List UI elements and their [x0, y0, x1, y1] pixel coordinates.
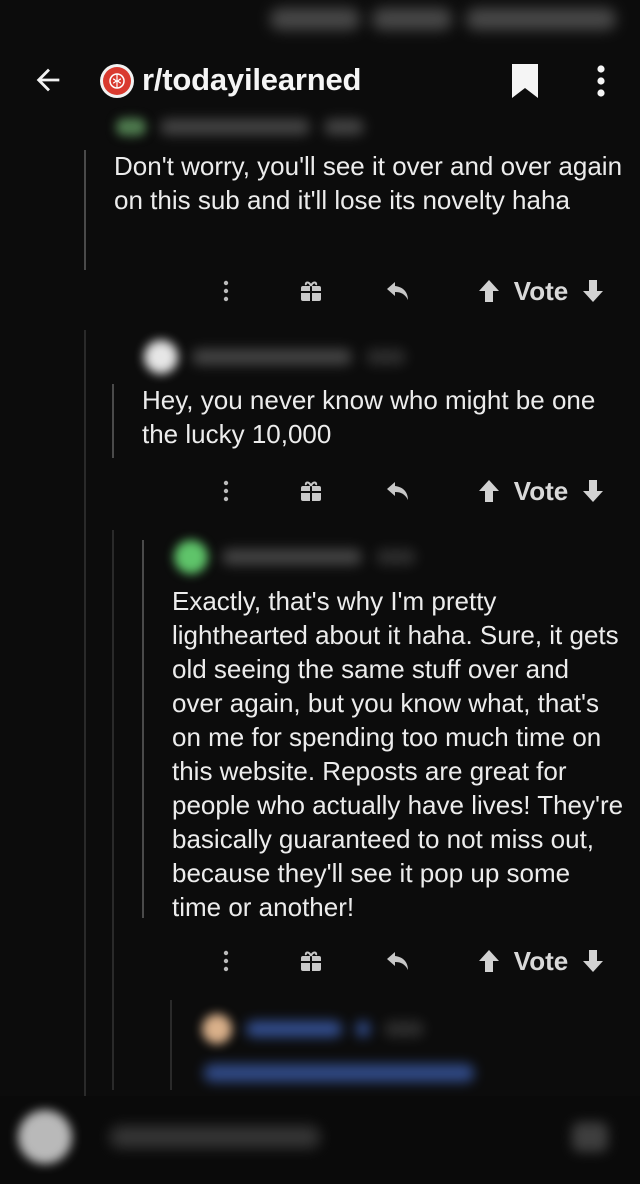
- username: [246, 1021, 342, 1037]
- user-avatar[interactable]: [18, 1110, 72, 1164]
- reply-icon: [387, 952, 408, 970]
- more-vertical-icon: [223, 950, 229, 972]
- username: [222, 549, 362, 565]
- reply-icon: [387, 282, 408, 300]
- reply-icon: [387, 482, 408, 500]
- downvote-arrow-icon[interactable]: [580, 478, 606, 504]
- upvote-arrow-icon[interactable]: [476, 278, 502, 304]
- more-options-button[interactable]: [584, 60, 618, 102]
- arrow-left-icon: [36, 68, 60, 92]
- downvote-arrow-icon[interactable]: [580, 278, 606, 304]
- comment-more-button[interactable]: [214, 271, 238, 311]
- award-button[interactable]: [296, 471, 326, 511]
- avatar: [116, 118, 146, 136]
- reply-bar: [0, 1096, 640, 1184]
- thread-line[interactable]: [84, 330, 86, 1110]
- comment-actions: Vote: [200, 471, 620, 511]
- vote-controls: Vote: [466, 941, 616, 981]
- bookmark-icon: [512, 64, 538, 98]
- username: [192, 349, 352, 365]
- gift-icon: [301, 281, 321, 301]
- vote-label: Vote: [513, 275, 569, 306]
- comment-text-link[interactable]: [204, 1064, 474, 1082]
- badge: [356, 1021, 370, 1037]
- reply-button[interactable]: [382, 271, 414, 311]
- award-button[interactable]: [296, 941, 326, 981]
- reply-input[interactable]: [110, 1126, 320, 1148]
- comment-meta: [202, 1014, 424, 1044]
- downvote-arrow-icon[interactable]: [580, 948, 606, 974]
- reply-button[interactable]: [382, 471, 414, 511]
- upvote-arrow-icon[interactable]: [476, 478, 502, 504]
- comment-meta: [174, 540, 416, 574]
- more-vertical-icon: [597, 65, 605, 97]
- gift-icon: [301, 951, 321, 971]
- username: [160, 119, 310, 135]
- avatar: [202, 1014, 232, 1044]
- status-bar: [0, 0, 640, 48]
- thread-line[interactable]: [170, 1000, 172, 1090]
- avatar: [144, 340, 178, 374]
- comment-actions: Vote: [200, 271, 620, 311]
- comment-more-button[interactable]: [214, 471, 238, 511]
- comment-text: Hey, you never know who might be one the…: [142, 385, 596, 449]
- comment-more-button[interactable]: [214, 941, 238, 981]
- timestamp: [324, 119, 364, 135]
- thread-line[interactable]: [84, 150, 86, 270]
- vote-label: Vote: [513, 945, 569, 976]
- thread-line[interactable]: [142, 540, 144, 918]
- timestamp: [384, 1021, 424, 1037]
- subreddit-title[interactable]: r/todayilearned: [142, 62, 361, 98]
- brain-icon: [109, 73, 125, 89]
- comment-text: Exactly, that's why I'm pretty lighthear…: [172, 586, 624, 922]
- upvote-arrow-icon[interactable]: [476, 948, 502, 974]
- reply-button[interactable]: [382, 941, 414, 981]
- app-bar: r/todayilearned: [0, 48, 640, 112]
- subreddit-icon[interactable]: [100, 64, 134, 98]
- timestamp: [366, 349, 406, 365]
- send-button[interactable]: [572, 1122, 608, 1152]
- avatar: [174, 540, 208, 574]
- gift-icon: [301, 481, 321, 501]
- bookmark-button[interactable]: [506, 60, 544, 102]
- more-vertical-icon: [223, 280, 229, 302]
- comment-text: Don't worry, you'll see it over and over…: [114, 151, 623, 215]
- thread-line[interactable]: [112, 530, 114, 1090]
- comment-meta: [144, 340, 406, 374]
- timestamp: [376, 549, 416, 565]
- reddit-comment-thread-screen: r/todayilearned Don't worry, you'll see …: [0, 0, 640, 1184]
- award-button[interactable]: [296, 271, 326, 311]
- vote-label: Vote: [513, 475, 569, 506]
- thread-line[interactable]: [112, 384, 114, 458]
- vote-controls: Vote: [466, 471, 616, 511]
- more-vertical-icon: [223, 480, 229, 502]
- vote-controls: Vote: [466, 271, 616, 311]
- comment-actions: Vote: [200, 941, 620, 981]
- back-button[interactable]: [26, 60, 70, 100]
- comment-meta: [116, 118, 364, 136]
